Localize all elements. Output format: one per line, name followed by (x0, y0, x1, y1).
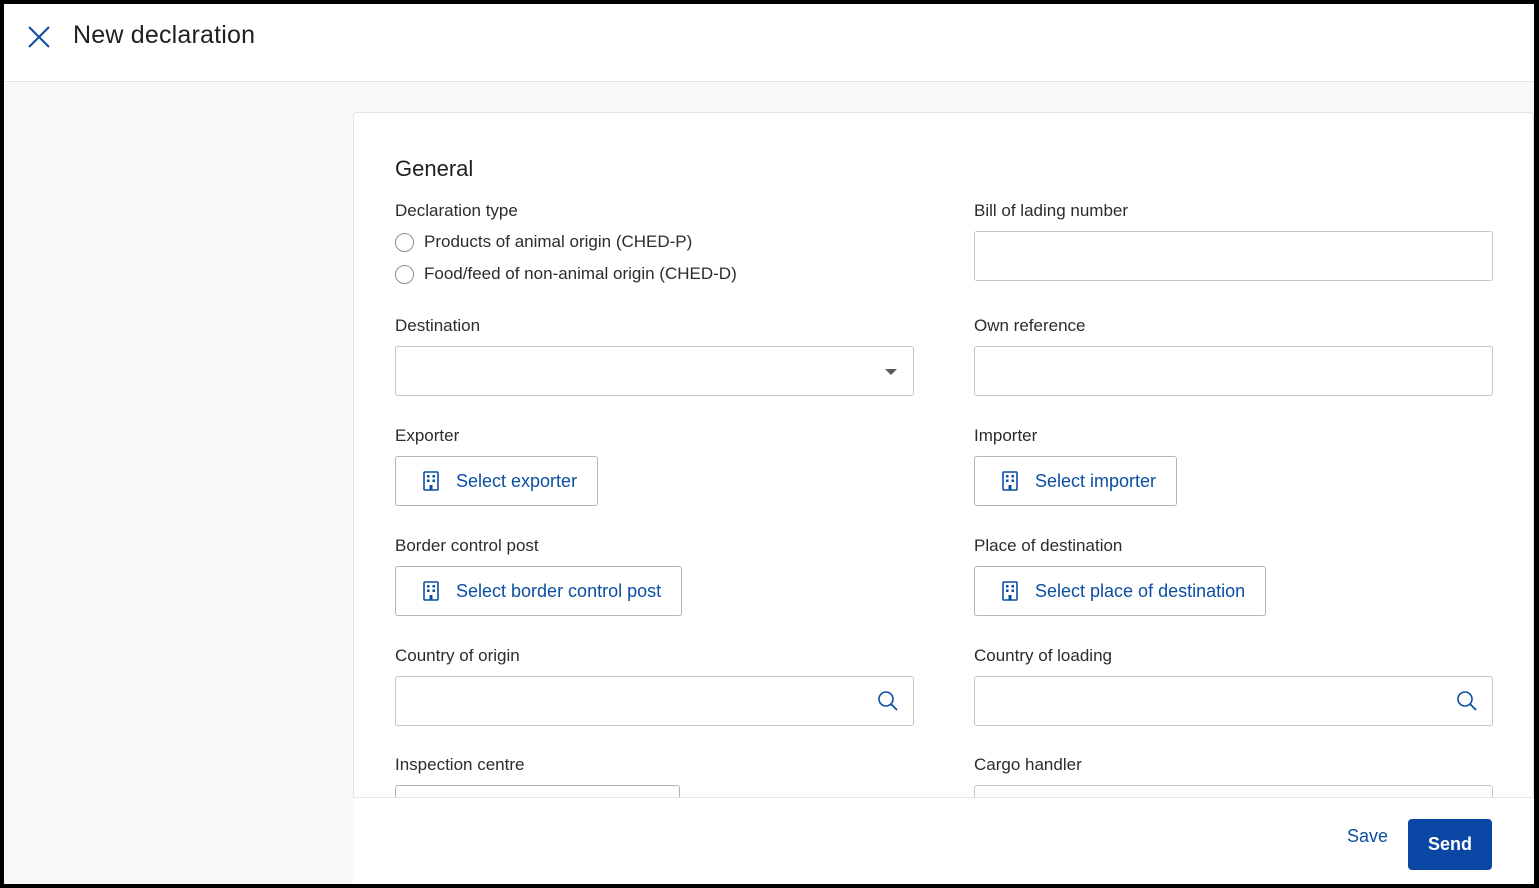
place-of-destination-label: Place of destination (974, 536, 1123, 555)
radio-circle[interactable] (395, 232, 414, 252)
own-reference-label: Own reference (974, 316, 1086, 335)
form-card: General Declaration type Products of ani… (353, 112, 1534, 884)
page-title: New declaration (73, 21, 256, 49)
button-label: Select border control post (456, 580, 662, 601)
button-label: Select importer (1035, 470, 1157, 491)
search-icon[interactable] (877, 690, 899, 712)
building-icon (1002, 471, 1018, 491)
radio-circle[interactable] (395, 264, 414, 284)
bill-of-lading-label: Bill of lading number (974, 201, 1129, 220)
building-icon (1002, 581, 1018, 601)
building-icon (423, 581, 439, 601)
building-icon (423, 471, 439, 491)
country-of-origin-label: Country of origin (395, 646, 520, 665)
select-border-control-post-button[interactable]: Select border control post (395, 566, 683, 616)
radio-ched-p[interactable]: Products of animal origin (CHED-P) (395, 232, 692, 252)
chevron-down-icon (885, 369, 897, 375)
inspection-centre-label: Inspection centre (395, 755, 525, 774)
country-of-loading-input[interactable] (974, 676, 1493, 726)
button-label: Select exporter (456, 470, 578, 491)
bill-of-lading-input[interactable] (974, 231, 1493, 281)
search-icon[interactable] (1456, 690, 1478, 712)
radio-ched-d[interactable]: Food/feed of non-animal origin (CHED-D) (395, 264, 737, 284)
declaration-type-label: Declaration type (395, 201, 518, 220)
importer-label: Importer (974, 426, 1038, 445)
own-reference-input[interactable] (974, 346, 1493, 396)
radio-label: Products of animal origin (CHED-P) (424, 232, 693, 251)
select-importer-button[interactable]: Select importer (974, 456, 1178, 506)
select-exporter-button[interactable]: Select exporter (395, 456, 599, 506)
app-window: New declaration General Declaration type… (4, 4, 1534, 884)
button-label: Select place of destination (1035, 580, 1246, 601)
save-button[interactable]: Save (1347, 826, 1388, 847)
close-icon[interactable] (26, 24, 52, 50)
border-control-post-label: Border control post (395, 536, 539, 555)
radio-label: Food/feed of non-animal origin (CHED-D) (424, 264, 737, 283)
country-of-loading-label: Country of loading (974, 646, 1112, 665)
select-place-of-destination-button[interactable]: Select place of destination (974, 566, 1267, 616)
top-bar: New declaration (4, 4, 1534, 82)
exporter-label: Exporter (395, 426, 460, 445)
destination-label: Destination (395, 316, 481, 335)
country-of-origin-input[interactable] (395, 676, 914, 726)
send-button[interactable]: Send (1408, 819, 1492, 870)
section-title: General (395, 156, 474, 181)
cargo-handler-label: Cargo handler (974, 755, 1082, 774)
footer-bar: Save Send (353, 797, 1534, 884)
destination-select[interactable] (395, 346, 914, 396)
